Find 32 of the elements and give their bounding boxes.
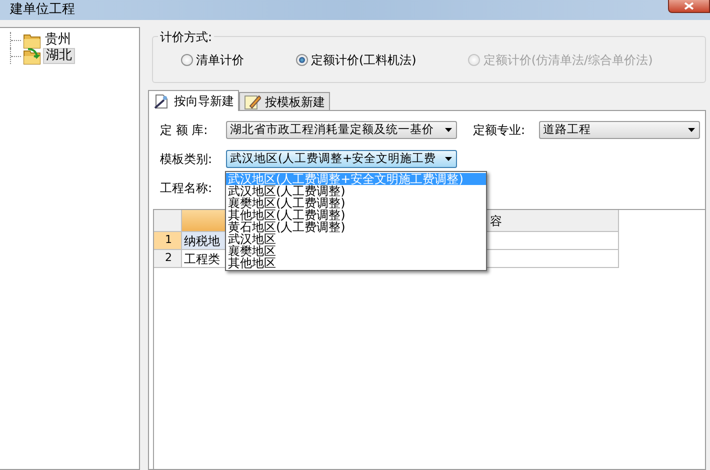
close-button[interactable]: [668, 0, 710, 13]
field-label: 定 额 库:: [160, 122, 209, 138]
tab[interactable]: 按向导新建: [148, 90, 239, 111]
row-number: 2: [154, 250, 182, 268]
folder-arrow-icon: [23, 48, 41, 64]
radio-button[interactable]: [296, 54, 308, 66]
caret-icon: [444, 126, 453, 132]
field-label: 定额专业:: [473, 122, 526, 138]
tab[interactable]: 按模板新建: [239, 92, 330, 110]
close-icon: [684, 2, 694, 10]
row-number: 1: [154, 232, 182, 250]
radio-label: 定额计价(仿清单法/综合单价法): [483, 52, 653, 68]
dropdown-option[interactable]: 武汉地区(人工费调整): [226, 185, 486, 197]
field-label: 工程名称:: [160, 180, 214, 196]
caret-icon: [444, 156, 453, 162]
dropdown[interactable]: 湖北省市政工程消耗量定额及统一基价: [226, 120, 457, 138]
field-label: 模板类别:: [160, 150, 214, 168]
dropdown[interactable]: 武汉地区(人工费调整+安全文明施工费: [226, 150, 457, 168]
dropdown-option[interactable]: 其他地区: [226, 257, 486, 269]
radio-label: 清单计价: [196, 52, 244, 68]
radio-label: 定额计价(工料机法): [311, 52, 416, 68]
window-title: 建单位工程: [10, 1, 75, 20]
wand-icon: [153, 92, 170, 110]
dropdown[interactable]: 道路工程: [539, 120, 700, 138]
radio-button[interactable]: [181, 54, 193, 66]
dropdown-option[interactable]: 襄樊地区(人工费调整): [226, 197, 486, 209]
notepad-pencil-icon: [244, 93, 261, 110]
folder-icon: [23, 32, 41, 48]
tree-item[interactable]: 贵州: [43, 33, 73, 47]
caret-icon: [687, 126, 696, 132]
tree-item[interactable]: 湖北: [43, 48, 75, 64]
group-label: 计价方式:: [158, 28, 214, 46]
